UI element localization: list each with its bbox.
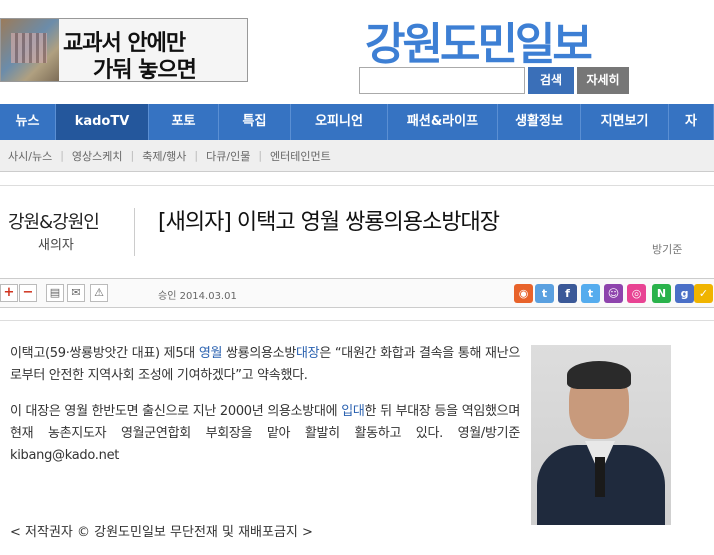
google-icon[interactable]: g xyxy=(675,284,694,303)
subnav-item[interactable]: 축제/행사 xyxy=(142,148,186,164)
text-run: 이택고(59·쌍룡방앗간 대표) 제5대 xyxy=(10,346,199,361)
report-icon[interactable]: ⚠ xyxy=(90,284,108,302)
separator: | xyxy=(258,149,263,162)
section-title[interactable]: 강원&강원인 xyxy=(8,208,100,234)
text-run: 이 대장은 영월 한반도면 출신으로 지난 2000년 의용소방대에 xyxy=(10,404,342,419)
portrait-photo xyxy=(531,345,671,525)
subnav-item[interactable]: 엔터테인먼트 xyxy=(270,148,331,164)
photo-tie xyxy=(595,457,605,497)
article-header: 강원&강원인 새의자 [새의자] 이택고 영월 쌍룡의용소방대장 방기준 xyxy=(0,185,714,277)
separator: | xyxy=(60,149,64,162)
twitter-icon[interactable]: t xyxy=(581,284,600,303)
nav-item[interactable]: 지면보기 xyxy=(581,104,669,140)
nav-item[interactable]: 오피니언 xyxy=(291,104,388,140)
photo-hair xyxy=(567,361,631,389)
divider xyxy=(134,208,135,256)
detail-search-button[interactable]: 자세히 xyxy=(577,67,629,94)
banner-image xyxy=(1,19,59,81)
nav-item[interactable]: 특집 xyxy=(219,104,291,140)
section-subtitle[interactable]: 새의자 xyxy=(38,234,74,253)
print-icon[interactable]: ▤ xyxy=(46,284,64,302)
subnav-item[interactable]: 영상스케치 xyxy=(72,148,123,164)
twitter-icon[interactable]: t xyxy=(535,284,554,303)
ad-banner[interactable]: 교과서 안에만 가둬 놓으면 xyxy=(0,18,248,82)
nav-item[interactable]: 패션&라이프 xyxy=(388,104,498,140)
article-body: 이택고(59·쌍룡방앗간 대표) 제5대 영월 쌍룡의용소방대장은 “대원간 화… xyxy=(0,320,714,555)
keyword-link[interactable]: 대장 xyxy=(296,346,320,361)
nav-item[interactable]: 자 xyxy=(669,104,714,140)
text-run: 쌍룡의용소방 xyxy=(222,346,296,361)
nav-item[interactable]: kadoTV xyxy=(56,104,149,140)
email-icon[interactable]: ✉ xyxy=(67,284,85,302)
social-icon[interactable]: ☺ xyxy=(604,284,623,303)
nav-item[interactable]: 포토 xyxy=(149,104,219,140)
article-toolbar: + − ▤ ✉ ⚠ 승인 2014.03.01 ◉ t f t ☺ ◎ Ng ✓ xyxy=(0,278,714,308)
subnav-item[interactable]: 다큐/인물 xyxy=(206,148,250,164)
keyword-link[interactable]: 영월 xyxy=(199,346,223,361)
main-nav: 뉴스 kadoTV 포토 특집 오피니언 패션&라이프 생활정보 지면보기 자 xyxy=(0,104,714,140)
sub-nav: 사시/뉴스 | 영상스케치 | 축제/행사 | 다큐/인물 | 엔터테인먼트 xyxy=(0,140,714,172)
banner-text-line2: 가둬 놓으면 xyxy=(93,58,197,82)
rss-icon[interactable]: ◉ xyxy=(514,284,533,303)
nav-item[interactable]: 뉴스 xyxy=(0,104,56,140)
social-icon[interactable]: ◎ xyxy=(627,284,646,303)
nav-item[interactable]: 생활정보 xyxy=(498,104,581,140)
approved-date: 승인 2014.03.01 xyxy=(158,291,237,302)
font-increase-button[interactable]: + xyxy=(0,284,18,302)
site-logo[interactable]: 강원도민일보 xyxy=(365,8,593,72)
separator: | xyxy=(194,149,199,162)
article-title: [새의자] 이택고 영월 쌍룡의용소방대장 xyxy=(158,210,500,235)
font-decrease-button[interactable]: − xyxy=(19,284,37,302)
naver-icon[interactable]: N xyxy=(652,284,671,303)
paragraph-2: 이 대장은 영월 한반도면 출신으로 지난 2000년 의용소방대에 입대한 뒤… xyxy=(10,401,520,467)
copyright-notice: < 저작권자 © 강원도민일보 무단전재 및 재배포금지 > xyxy=(10,525,313,540)
subnav-item[interactable]: 사시/뉴스 xyxy=(8,148,52,164)
keyword-link[interactable]: 입대 xyxy=(341,404,365,419)
paragraph-1: 이택고(59·쌍룡방앗간 대표) 제5대 영월 쌍룡의용소방대장은 “대원간 화… xyxy=(10,343,520,387)
bookmark-icon[interactable]: ✓ xyxy=(694,284,713,303)
search-input[interactable] xyxy=(359,67,525,94)
facebook-icon[interactable]: f xyxy=(558,284,577,303)
article-text: 이택고(59·쌍룡방앗간 대표) 제5대 영월 쌍룡의용소방대장은 “대원간 화… xyxy=(10,343,520,481)
search-button[interactable]: 검색 xyxy=(528,67,574,94)
separator: | xyxy=(130,149,135,162)
reporter-name: 방기준 xyxy=(652,243,683,256)
